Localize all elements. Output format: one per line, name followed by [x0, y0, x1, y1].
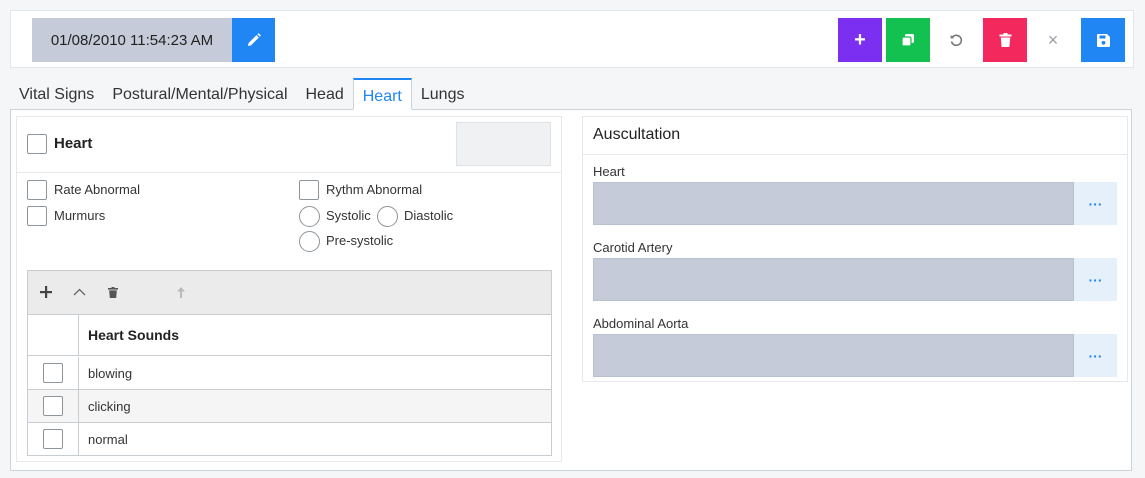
chevron-up-icon	[73, 288, 85, 296]
carotid-artery-field[interactable]	[593, 258, 1074, 301]
systolic-label: Systolic	[326, 208, 371, 223]
rate-abnormal-checkbox[interactable]	[27, 180, 47, 200]
row-checkbox[interactable]	[43, 429, 63, 449]
record-toolbar: 01/08/2010 11:54:23 AM + ×	[10, 10, 1134, 68]
grid-collapse-button[interactable]	[70, 283, 88, 301]
auscultation-title: Auscultation	[583, 117, 1127, 155]
trash-icon	[108, 286, 118, 298]
close-button[interactable]: ×	[1031, 18, 1075, 62]
murmurs-label: Murmurs	[54, 208, 106, 223]
ellipsis-icon: ···	[1088, 271, 1103, 288]
trash-icon	[999, 33, 1011, 47]
heart-field[interactable]	[593, 182, 1074, 225]
pre-systolic-radio[interactable]	[299, 231, 320, 252]
abdominal-aorta-field-label: Abdominal Aorta	[593, 316, 689, 331]
heart-sound-cell: clicking	[88, 399, 131, 414]
save-button[interactable]	[1081, 18, 1125, 62]
delete-button[interactable]	[983, 18, 1027, 62]
diastolic-radio[interactable]	[377, 206, 398, 227]
arrow-up-icon	[177, 286, 185, 298]
heart-title: Heart	[54, 135, 93, 152]
record-datetime[interactable]: 01/08/2010 11:54:23 AM	[32, 18, 232, 62]
table-row[interactable]: blowing	[28, 357, 551, 390]
column-divider	[78, 423, 79, 456]
column-divider	[78, 315, 79, 355]
heart-sounds-column-header[interactable]: Heart Sounds	[88, 327, 179, 343]
carotid-artery-field-more-button[interactable]: ···	[1074, 258, 1117, 301]
tab-bar: Vital Signs Postural/Mental/Physical Hea…	[10, 78, 473, 110]
heart-checkbox[interactable]	[27, 134, 47, 154]
column-divider	[78, 390, 79, 422]
auscultation-panel: Auscultation Heart ··· Carotid Artery ··…	[582, 116, 1128, 382]
diastolic-label: Diastolic	[404, 208, 454, 223]
row-checkbox[interactable]	[43, 396, 63, 416]
abdominal-aorta-field-more-button[interactable]: ···	[1074, 334, 1117, 377]
ellipsis-icon: ···	[1088, 195, 1103, 212]
carotid-artery-field-label: Carotid Artery	[593, 240, 673, 255]
grid-add-button[interactable]	[37, 283, 55, 301]
column-divider	[78, 357, 79, 389]
grid-delete-button[interactable]	[104, 283, 122, 301]
undo-icon	[950, 34, 963, 47]
rythm-abnormal-checkbox[interactable]	[299, 180, 319, 200]
heart-sound-cell: normal	[88, 432, 128, 447]
tab-head[interactable]: Head	[297, 78, 353, 110]
heart-sound-cell: blowing	[88, 366, 133, 381]
heart-sounds-grid: Heart Sounds blowing clicking normal	[27, 270, 552, 456]
tab-lungs[interactable]: Lungs	[412, 78, 474, 110]
heart-field-more-button[interactable]: ···	[1074, 182, 1117, 225]
grid-toolbar	[28, 271, 551, 315]
pencil-icon	[247, 33, 261, 46]
row-checkbox[interactable]	[43, 363, 63, 383]
close-icon: ×	[1047, 29, 1059, 50]
systolic-radio[interactable]	[299, 206, 320, 227]
grid-move-up-button[interactable]	[172, 283, 190, 301]
heart-panel: Heart Rate Abnormal Rythm Abnormal Murmu…	[16, 116, 562, 462]
heart-image-placeholder	[456, 122, 551, 166]
grid-header: Heart Sounds	[28, 315, 551, 356]
table-row[interactable]: clicking	[28, 390, 551, 423]
ellipsis-icon: ···	[1088, 347, 1103, 364]
save-icon	[1096, 33, 1110, 47]
duplicate-button[interactable]	[886, 18, 930, 62]
rythm-abnormal-label: Rythm Abnormal	[326, 182, 423, 197]
edit-datetime-button[interactable]	[232, 18, 275, 62]
add-button[interactable]: +	[838, 18, 882, 62]
tab-content: Heart Rate Abnormal Rythm Abnormal Murmu…	[10, 109, 1132, 471]
heart-field-label: Heart	[593, 164, 625, 179]
abdominal-aorta-field[interactable]	[593, 334, 1074, 377]
undo-button[interactable]	[934, 18, 978, 62]
tab-heart[interactable]: Heart	[352, 78, 412, 110]
tab-postural-mental-physical[interactable]: Postural/Mental/Physical	[103, 78, 296, 110]
murmurs-checkbox[interactable]	[27, 206, 47, 226]
tab-vital-signs[interactable]: Vital Signs	[10, 78, 103, 110]
plus-icon	[40, 286, 52, 298]
heart-panel-header: Heart	[17, 117, 561, 173]
plus-icon: +	[854, 28, 866, 51]
copy-icon	[901, 34, 914, 47]
table-row[interactable]: normal	[28, 423, 551, 456]
rate-abnormal-label: Rate Abnormal	[54, 182, 140, 197]
pre-systolic-label: Pre-systolic	[326, 233, 394, 248]
